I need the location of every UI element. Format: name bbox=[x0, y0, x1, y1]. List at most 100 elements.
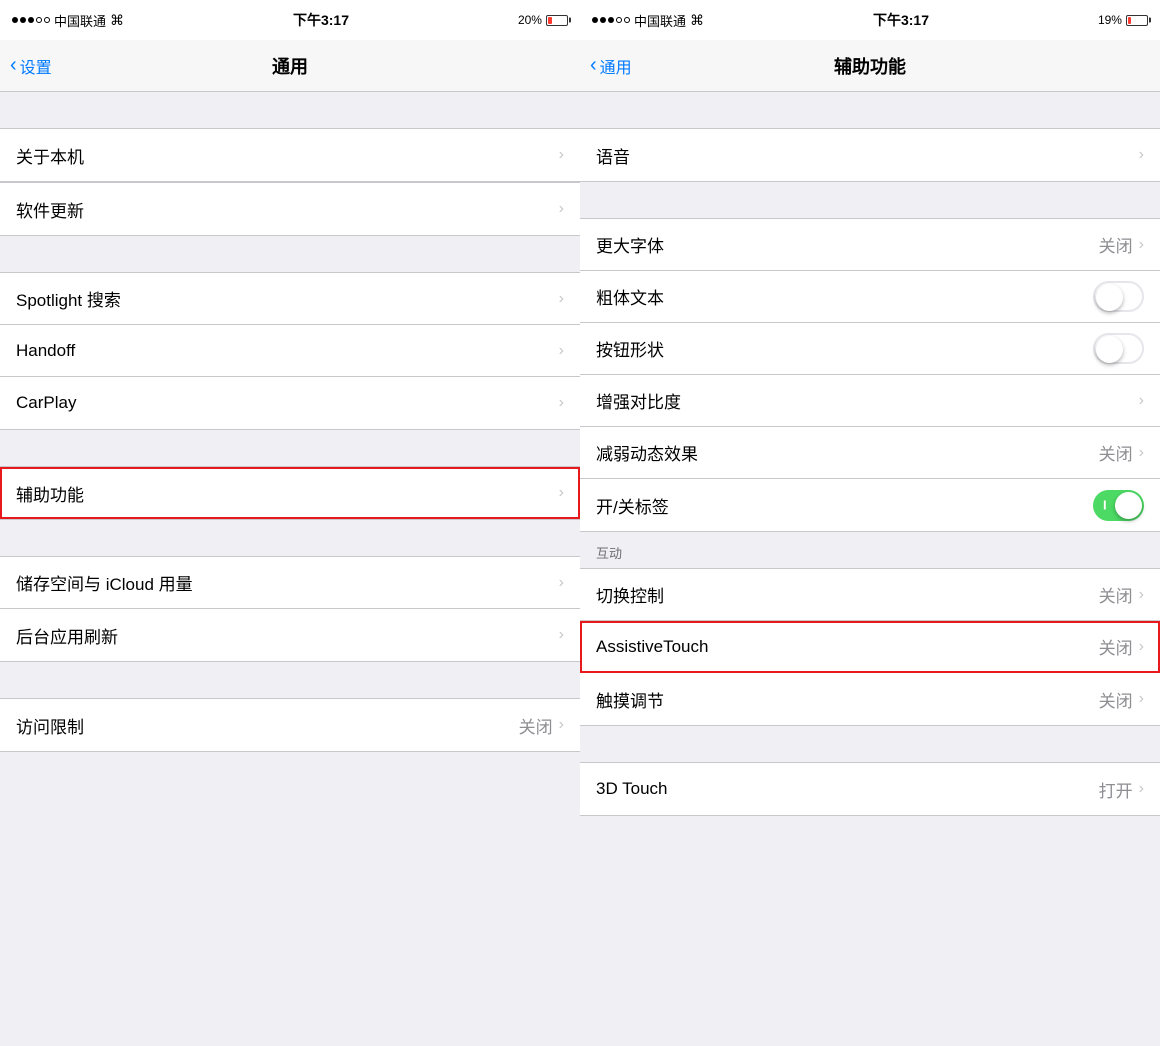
item-switch-control[interactable]: 切换控制 关闭 › bbox=[580, 569, 1160, 621]
item-about[interactable]: 关于本机 › bbox=[0, 129, 580, 181]
item-accessibility-label: 辅助功能 bbox=[16, 481, 559, 506]
spacer-3 bbox=[0, 430, 580, 466]
left-back-button[interactable]: ‹ 设置 bbox=[10, 54, 52, 78]
item-3dtouch[interactable]: 3D Touch 打开 › bbox=[580, 763, 1160, 815]
toggle-knob bbox=[1096, 284, 1123, 311]
wifi-icon: ⌘ bbox=[690, 12, 704, 29]
item-switch-control-value: 关闭 bbox=[1099, 582, 1133, 607]
item-reduce-motion[interactable]: 减弱动态效果 关闭 › bbox=[580, 427, 1160, 479]
right-nav-bar: ‹ 通用 辅助功能 bbox=[580, 40, 1160, 92]
item-spotlight[interactable]: Spotlight 搜索 › bbox=[0, 273, 580, 325]
item-increase-contrast-label: 增强对比度 bbox=[596, 388, 1139, 413]
section-about: 关于本机 › bbox=[0, 92, 580, 182]
chevron-icon: › bbox=[1139, 146, 1144, 164]
item-touch-accommodations-label: 触摸调节 bbox=[596, 687, 1099, 712]
item-bold-text[interactable]: 粗体文本 bbox=[580, 271, 1160, 323]
signal-icon bbox=[12, 17, 50, 23]
chevron-icon: › bbox=[1139, 638, 1144, 656]
item-button-shapes[interactable]: 按钮形状 bbox=[580, 323, 1160, 375]
section-voice: 语音 › bbox=[580, 92, 1160, 182]
item-assistive-touch-value: 关闭 bbox=[1099, 634, 1133, 659]
item-storage[interactable]: 储存空间与 iCloud 用量 › bbox=[0, 557, 580, 609]
left-status-bar: 中国联通 ⌘ 下午3:17 20% bbox=[0, 0, 580, 40]
left-nav-bar: ‹ 设置 通用 bbox=[0, 40, 580, 92]
chevron-icon: › bbox=[559, 574, 564, 592]
chevron-icon: › bbox=[559, 290, 564, 308]
bold-text-toggle[interactable] bbox=[1093, 281, 1144, 312]
section-storage: 储存空间与 iCloud 用量 › 后台应用刷新 › bbox=[0, 520, 580, 662]
item-restrictions[interactable]: 访问限制 关闭 › bbox=[0, 699, 580, 751]
section-interaction: 互动 切换控制 关闭 › AssistiveTouch 关闭 › 触摸调节 关闭… bbox=[580, 532, 1160, 726]
wifi-icon: ⌘ bbox=[110, 12, 124, 29]
carrier-label: 中国联通 bbox=[634, 11, 686, 30]
group-storage: 储存空间与 iCloud 用量 › 后台应用刷新 › bbox=[0, 556, 580, 662]
chevron-icon: › bbox=[559, 342, 564, 360]
toggle-on-label: I bbox=[1103, 498, 1107, 513]
button-shapes-toggle[interactable] bbox=[1093, 333, 1144, 364]
spacer-2 bbox=[0, 236, 580, 272]
group-about: 关于本机 › bbox=[0, 128, 580, 182]
group-spotlight: Spotlight 搜索 › Handoff › CarPlay › bbox=[0, 272, 580, 430]
toggle-knob bbox=[1115, 492, 1142, 519]
item-3dtouch-label: 3D Touch bbox=[596, 779, 1099, 799]
item-touch-accommodations-value: 关闭 bbox=[1099, 687, 1133, 712]
carrier-label: 中国联通 bbox=[54, 11, 106, 30]
item-touch-accommodations[interactable]: 触摸调节 关闭 › bbox=[580, 673, 1160, 725]
chevron-icon: › bbox=[1139, 690, 1144, 708]
item-larger-text[interactable]: 更大字体 关闭 › bbox=[580, 219, 1160, 271]
item-on-off-labels-label: 开/关标签 bbox=[596, 493, 1093, 518]
chevron-icon: › bbox=[1139, 236, 1144, 254]
item-switch-control-label: 切换控制 bbox=[596, 582, 1099, 607]
item-software-update[interactable]: 软件更新 › bbox=[0, 183, 580, 235]
section-restrictions: 访问限制 关闭 › bbox=[0, 662, 580, 752]
item-assistive-touch[interactable]: AssistiveTouch 关闭 › bbox=[580, 621, 1160, 673]
item-assistive-touch-label: AssistiveTouch bbox=[596, 637, 1099, 657]
item-handoff-label: Handoff bbox=[16, 341, 559, 361]
spacer-1 bbox=[0, 92, 580, 128]
interaction-header: 互动 bbox=[580, 532, 1160, 568]
item-accessibility[interactable]: 辅助功能 › bbox=[0, 467, 580, 519]
item-handoff[interactable]: Handoff › bbox=[0, 325, 580, 377]
back-chevron-icon: ‹ bbox=[590, 55, 597, 75]
right-status-bar: 中国联通 ⌘ 下午3:17 19% bbox=[580, 0, 1160, 40]
item-button-shapes-label: 按钮形状 bbox=[596, 336, 1093, 361]
spacer-r2 bbox=[580, 182, 1160, 218]
battery-fill bbox=[1128, 17, 1131, 24]
item-3dtouch-value: 打开 bbox=[1099, 777, 1133, 802]
item-larger-text-value: 关闭 bbox=[1099, 232, 1133, 257]
chevron-icon: › bbox=[559, 626, 564, 644]
chevron-icon: › bbox=[559, 484, 564, 502]
chevron-icon: › bbox=[1139, 444, 1144, 462]
signal-icon bbox=[592, 17, 630, 23]
item-about-label: 关于本机 bbox=[16, 143, 559, 168]
group-accessibility: 辅助功能 › bbox=[0, 466, 580, 520]
group-vision: 更大字体 关闭 › 粗体文本 按钮形状 增强对比度 bbox=[580, 218, 1160, 532]
on-off-labels-toggle[interactable]: I bbox=[1093, 490, 1144, 521]
battery-fill bbox=[548, 17, 552, 24]
chevron-icon: › bbox=[559, 394, 564, 412]
chevron-icon: › bbox=[1139, 780, 1144, 798]
section-vision: 更大字体 关闭 › 粗体文本 按钮形状 增强对比度 bbox=[580, 182, 1160, 532]
item-restrictions-label: 访问限制 bbox=[16, 713, 519, 738]
spacer-5 bbox=[0, 662, 580, 698]
right-nav-title: 辅助功能 bbox=[834, 53, 906, 79]
item-on-off-labels[interactable]: 开/关标签 I bbox=[580, 479, 1160, 531]
spacer-r3 bbox=[580, 726, 1160, 762]
battery-percent: 19% bbox=[1098, 13, 1122, 27]
back-label: 设置 bbox=[20, 54, 52, 78]
item-increase-contrast[interactable]: 增强对比度 › bbox=[580, 375, 1160, 427]
chevron-icon: › bbox=[559, 146, 564, 164]
item-reduce-motion-value: 关闭 bbox=[1099, 440, 1133, 465]
battery-icon bbox=[546, 15, 568, 26]
group-interaction: 切换控制 关闭 › AssistiveTouch 关闭 › 触摸调节 关闭 › bbox=[580, 568, 1160, 726]
chevron-icon: › bbox=[1139, 586, 1144, 604]
item-voice[interactable]: 语音 › bbox=[580, 129, 1160, 181]
back-label: 通用 bbox=[600, 54, 632, 78]
right-back-button[interactable]: ‹ 通用 bbox=[590, 54, 632, 78]
item-background-refresh[interactable]: 后台应用刷新 › bbox=[0, 609, 580, 661]
spacer-4 bbox=[0, 520, 580, 556]
section-spotlight: Spotlight 搜索 › Handoff › CarPlay › bbox=[0, 236, 580, 430]
right-panel: 中国联通 ⌘ 下午3:17 19% ‹ 通用 辅助功能 语音 › bbox=[580, 0, 1160, 1046]
battery-icon bbox=[1126, 15, 1148, 26]
item-carplay[interactable]: CarPlay › bbox=[0, 377, 580, 429]
